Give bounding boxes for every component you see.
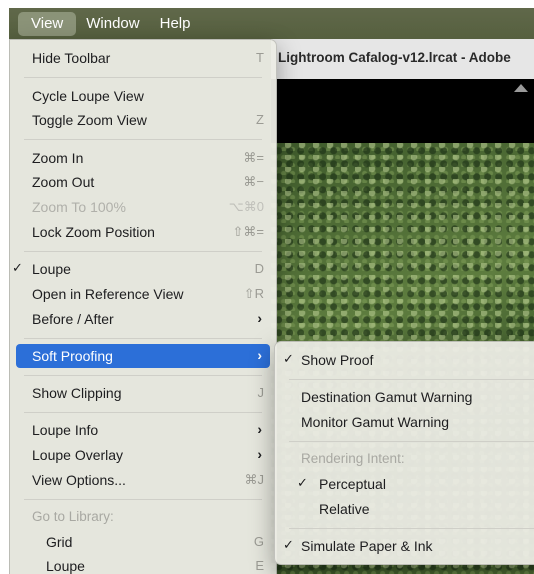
separator bbox=[289, 528, 534, 529]
separator bbox=[24, 139, 262, 140]
menu-item-open-reference-view[interactable]: Open in Reference View ⇧R bbox=[16, 282, 270, 306]
menu-bar: View Window Help bbox=[9, 8, 534, 39]
checkmark-icon: ✓ bbox=[297, 475, 308, 490]
menu-item-label: Loupe Info bbox=[32, 422, 99, 438]
menu-item-soft-proofing[interactable]: Soft Proofing › bbox=[16, 344, 270, 368]
separator bbox=[24, 375, 262, 376]
shortcut: E bbox=[255, 558, 264, 573]
shortcut: D bbox=[254, 261, 264, 276]
shortcut: ⌘= bbox=[243, 150, 264, 165]
menu-item-label: Show Clipping bbox=[32, 385, 122, 401]
menu-section-rendering-intent: Rendering Intent: bbox=[281, 447, 534, 471]
shortcut: J bbox=[257, 385, 265, 400]
menubar-help[interactable]: Help bbox=[150, 12, 201, 36]
menu-item-perceptual[interactable]: ✓ Perceptual bbox=[281, 472, 534, 496]
menu-item-label: Cycle Loupe View bbox=[32, 88, 144, 104]
menu-item-library-loupe[interactable]: Loupe E bbox=[16, 554, 270, 574]
separator bbox=[24, 412, 262, 413]
checkmark-icon: ✓ bbox=[283, 537, 294, 552]
menu-item-label: Show Proof bbox=[301, 352, 374, 368]
menu-item-loupe[interactable]: ✓ Loupe D bbox=[12, 257, 270, 281]
menu-item-label: Open in Reference View bbox=[32, 286, 184, 302]
menu-item-show-clipping[interactable]: Show Clipping J bbox=[16, 381, 270, 405]
menu-item-zoom-in[interactable]: Zoom In ⌘= bbox=[16, 146, 270, 170]
menu-section-label: Rendering Intent: bbox=[301, 451, 405, 466]
menu-item-label: Zoom In bbox=[32, 150, 84, 166]
shortcut: Z bbox=[256, 112, 264, 127]
menu-item-cycle-loupe-view[interactable]: Cycle Loupe View bbox=[16, 84, 270, 108]
shortcut: ⇧⌘= bbox=[232, 224, 264, 239]
shortcut: T bbox=[256, 50, 264, 65]
shortcut: ⌥⌘0 bbox=[228, 199, 264, 214]
checkmark-icon: ✓ bbox=[12, 260, 23, 275]
menu-item-zoom-to-100: Zoom To 100% ⌥⌘0 bbox=[16, 195, 270, 219]
menu-item-view-options[interactable]: View Options... ⌘J bbox=[16, 468, 270, 492]
menu-item-label: Loupe bbox=[46, 558, 85, 574]
menubar-view[interactable]: View bbox=[18, 11, 77, 36]
menu-item-hide-toolbar[interactable]: Hide Toolbar T bbox=[16, 46, 270, 70]
separator bbox=[24, 77, 262, 78]
menu-item-label: Destination Gamut Warning bbox=[301, 389, 473, 405]
menu-item-grid[interactable]: Grid G bbox=[16, 530, 270, 554]
menu-item-destination-gamut-warning[interactable]: Destination Gamut Warning ⇧S bbox=[281, 385, 534, 409]
menu-item-zoom-out[interactable]: Zoom Out ⌘− bbox=[16, 170, 270, 194]
menu-item-monitor-gamut-warning[interactable]: Monitor Gamut Warning bbox=[281, 410, 534, 434]
menu-item-loupe-overlay[interactable]: Loupe Overlay › bbox=[16, 443, 270, 467]
menu-item-before-after[interactable]: Before / After › bbox=[16, 307, 270, 331]
menu-item-label: View Options... bbox=[32, 472, 126, 488]
separator bbox=[24, 499, 262, 500]
menu-item-label: Soft Proofing bbox=[32, 348, 113, 364]
menu-item-label: Relative bbox=[319, 501, 370, 517]
view-menu: Hide Toolbar T Cycle Loupe View Toggle Z… bbox=[9, 39, 277, 574]
shortcut: ⌘− bbox=[243, 174, 264, 189]
menu-item-label: Simulate Paper & Ink bbox=[301, 538, 433, 554]
separator bbox=[24, 338, 262, 339]
menu-item-label: Monitor Gamut Warning bbox=[301, 414, 450, 430]
separator bbox=[289, 379, 534, 380]
window-titlebar: Lightroom Cafalog-v12.lrcat - Adobe bbox=[271, 39, 534, 80]
shortcut: ⌘J bbox=[244, 472, 265, 487]
menu-item-label: Grid bbox=[46, 534, 73, 550]
shortcut: G bbox=[253, 534, 264, 549]
submenu-arrow-icon: › bbox=[257, 310, 262, 326]
toolbar-panel bbox=[271, 79, 534, 143]
soft-proofing-submenu: ✓ Show Proof S Destination Gamut Warning… bbox=[274, 341, 534, 565]
menu-item-label: Zoom To 100% bbox=[32, 199, 126, 215]
menu-item-label: Before / After bbox=[32, 311, 114, 327]
menu-item-loupe-info[interactable]: Loupe Info › bbox=[16, 418, 270, 442]
separator bbox=[289, 441, 534, 442]
menu-item-lock-zoom-position[interactable]: Lock Zoom Position ⇧⌘= bbox=[16, 220, 270, 244]
screen: View Window Help Lightroom Cafalog-v12.l… bbox=[9, 8, 534, 574]
menu-item-relative[interactable]: Relative bbox=[281, 497, 534, 521]
menubar-window[interactable]: Window bbox=[76, 12, 149, 36]
menu-item-label: Hide Toolbar bbox=[32, 50, 111, 66]
menu-item-label: Zoom Out bbox=[32, 174, 95, 190]
submenu-arrow-icon: › bbox=[257, 347, 262, 363]
menu-item-simulate-paper-ink[interactable]: ✓ Simulate Paper & Ink bbox=[281, 534, 534, 558]
menu-item-label: Perceptual bbox=[319, 476, 386, 492]
menu-section-label: Go to Library: bbox=[32, 509, 114, 524]
menu-item-toggle-zoom-view[interactable]: Toggle Zoom View Z bbox=[16, 108, 270, 132]
submenu-arrow-icon: › bbox=[257, 446, 262, 462]
menu-section-go-to-library: Go to Library: bbox=[16, 505, 270, 529]
checkmark-icon: ✓ bbox=[283, 351, 294, 366]
collapse-triangle-icon[interactable] bbox=[514, 84, 528, 92]
menu-item-label: Loupe Overlay bbox=[32, 447, 124, 463]
submenu-arrow-icon: › bbox=[257, 421, 262, 437]
menu-item-label: Loupe bbox=[32, 261, 71, 277]
window-title: Lightroom Cafalog-v12.lrcat - Adobe bbox=[278, 50, 511, 65]
separator bbox=[24, 251, 262, 252]
menu-item-show-proof[interactable]: ✓ Show Proof S bbox=[281, 348, 534, 372]
menu-item-label: Lock Zoom Position bbox=[32, 224, 155, 240]
menu-item-label: Toggle Zoom View bbox=[32, 112, 147, 128]
shortcut: ⇧R bbox=[243, 286, 264, 301]
